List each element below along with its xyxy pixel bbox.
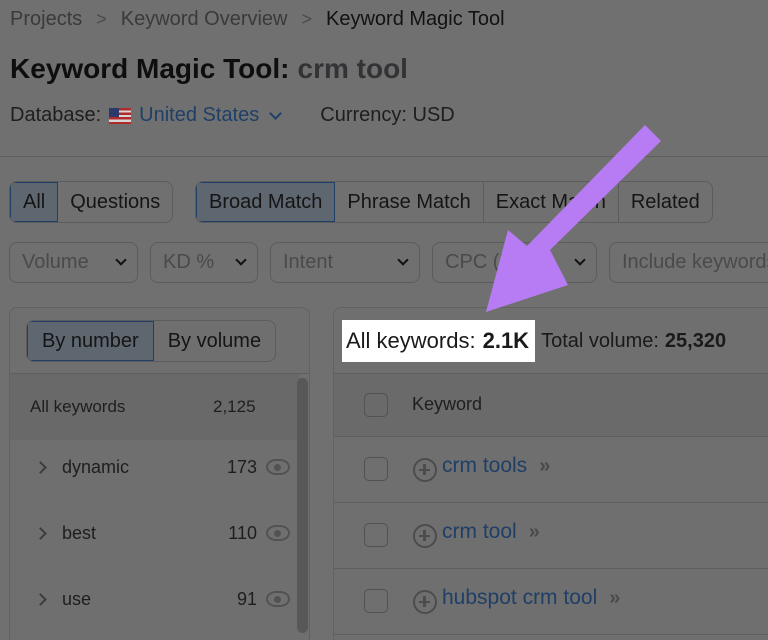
group-count: 110 xyxy=(228,522,257,543)
intent-filter-label: Intent xyxy=(283,251,334,273)
by-number-button[interactable]: By number xyxy=(27,321,154,361)
table-header: Keyword xyxy=(334,374,768,436)
kd-filter-label: KD % xyxy=(163,251,215,273)
table-row: crm tools » xyxy=(334,436,768,502)
breadcrumb: Projects > Keyword Overview > Keyword Ma… xyxy=(10,8,505,31)
match-type-tabs: Broad Match Phrase Match Exact Match Rel… xyxy=(195,181,713,223)
expand-arrow-icon[interactable] xyxy=(34,592,47,606)
expand-arrow-icon[interactable] xyxy=(34,526,47,540)
by-volume-button[interactable]: By volume xyxy=(154,321,275,361)
keyword-groups-panel: By number By volume All keywords 2,125 d… xyxy=(9,307,310,640)
all-keywords-highlight: All keywords: 2.1K xyxy=(342,320,536,362)
groups-scrollbar[interactable] xyxy=(297,378,308,633)
intent-filter[interactable]: Intent xyxy=(270,242,420,283)
volume-filter[interactable]: Volume xyxy=(9,242,138,283)
database-meta: Database: United States Currency: USD xyxy=(10,104,455,127)
table-row: hubspot crm tool » xyxy=(334,568,768,634)
group-name: use xyxy=(62,588,92,609)
breadcrumb-projects[interactable]: Projects xyxy=(10,8,82,31)
row-divider xyxy=(334,634,768,635)
row-checkbox[interactable] xyxy=(364,457,388,481)
tab-exact-match[interactable]: Exact Match xyxy=(484,182,619,222)
breadcrumb-keyword-overview[interactable]: Keyword Overview xyxy=(121,8,288,31)
currency-label: Currency: USD xyxy=(320,104,455,126)
keyword-link[interactable]: crm tools xyxy=(442,454,527,477)
keyword-results-panel: All keywords: 2.1K Total volume: 25,320 Ke… xyxy=(333,307,768,640)
select-all-checkbox[interactable] xyxy=(364,393,388,417)
double-chevron-right-icon[interactable]: » xyxy=(609,587,620,609)
tab-broad-match[interactable]: Broad Match xyxy=(196,182,336,222)
double-chevron-right-icon[interactable]: » xyxy=(529,521,540,543)
group-item[interactable]: dynamic 173 xyxy=(10,434,300,500)
all-keywords-group[interactable]: All keywords 2,125 xyxy=(10,374,300,440)
tab-questions[interactable]: Questions xyxy=(58,182,172,222)
include-keywords-input[interactable]: Include keywords xyxy=(609,242,768,283)
all-keywords-count: 2,125 xyxy=(213,397,256,416)
chevron-right-icon: > xyxy=(301,9,312,29)
breadcrumb-current: Keyword Magic Tool xyxy=(326,8,505,30)
cpc-filter-label: CPC (USD) xyxy=(445,251,549,273)
total-volume: Total volume: 25,320 xyxy=(541,330,726,353)
chevron-down-icon[interactable] xyxy=(269,106,283,120)
chevron-down-icon xyxy=(115,254,127,266)
header-divider xyxy=(0,156,768,157)
database-label: Database: xyxy=(10,104,102,126)
group-sort-toggle: By number By volume xyxy=(26,320,277,362)
group-name: dynamic xyxy=(62,456,130,477)
eye-icon[interactable] xyxy=(266,459,290,475)
add-circle-icon[interactable] xyxy=(413,590,437,614)
filter-bar: Volume KD % Intent CPC (USD) Include key… xyxy=(9,242,768,283)
keyword-link[interactable]: hubspot crm tool xyxy=(442,586,597,609)
eye-icon[interactable] xyxy=(266,525,290,541)
double-chevron-right-icon[interactable]: » xyxy=(539,455,550,477)
table-row: crm tool » xyxy=(334,502,768,568)
tab-all[interactable]: All xyxy=(10,182,59,222)
database-selector[interactable]: United States xyxy=(139,104,259,127)
tab-related[interactable]: Related xyxy=(619,182,712,222)
expand-arrow-icon[interactable] xyxy=(34,460,47,474)
keyword-link[interactable]: crm tool xyxy=(442,520,517,543)
page-title: Keyword Magic Tool: crm tool xyxy=(10,53,408,85)
total-volume-value: 25,320 xyxy=(664,329,727,352)
page-title-text: Keyword Magic Tool: xyxy=(10,53,290,84)
column-keyword[interactable]: Keyword xyxy=(412,394,482,415)
us-flag-icon xyxy=(109,107,132,124)
row-checkbox[interactable] xyxy=(364,589,388,613)
volume-filter-label: Volume xyxy=(22,251,89,273)
group-name: best xyxy=(62,522,97,543)
include-keywords-placeholder: Include keywords xyxy=(622,251,768,273)
add-circle-icon[interactable] xyxy=(413,524,437,548)
question-filter-tabs: All Questions xyxy=(9,181,174,223)
add-circle-icon[interactable] xyxy=(413,458,437,482)
cpc-filter[interactable]: CPC (USD) xyxy=(432,242,597,283)
row-checkbox[interactable] xyxy=(364,523,388,547)
tab-phrase-match[interactable]: Phrase Match xyxy=(335,182,484,222)
all-keywords-summary-value: 2.1K xyxy=(482,328,530,353)
results-summary: All keywords: 2.1K Total volume: 25,320 xyxy=(342,320,726,362)
all-keywords-label: All keywords xyxy=(30,397,126,416)
group-count: 173 xyxy=(226,456,257,477)
all-keywords-summary-label: All keywords: xyxy=(346,328,476,353)
total-volume-label: Total volume: xyxy=(541,329,659,352)
eye-icon[interactable] xyxy=(266,591,290,607)
chevron-right-icon: > xyxy=(96,9,107,29)
group-count: 91 xyxy=(236,588,257,609)
chevron-down-icon xyxy=(397,254,409,266)
page-query: crm tool xyxy=(297,53,408,84)
chevron-down-icon xyxy=(235,254,247,266)
group-item[interactable]: best 110 xyxy=(10,500,300,566)
chevron-down-icon xyxy=(574,254,586,266)
group-item[interactable]: use 91 xyxy=(10,566,300,632)
kd-filter[interactable]: KD % xyxy=(150,242,258,283)
